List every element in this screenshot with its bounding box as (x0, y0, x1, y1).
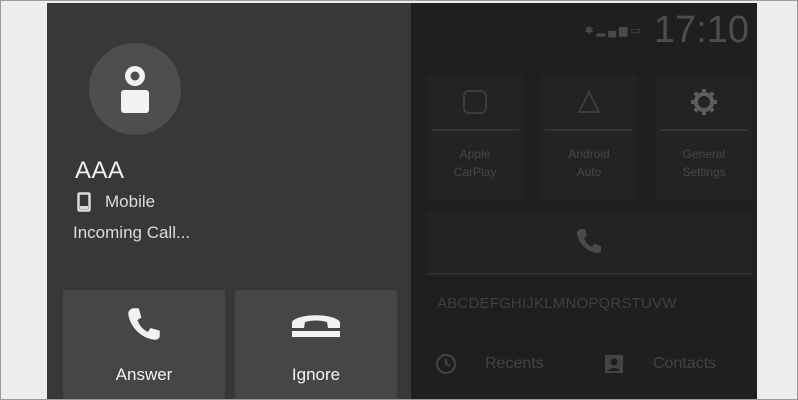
device-frame: ✱▂▄▆▭ 17:10 Apple CarPlay Android Auto G… (0, 0, 798, 400)
phone-icon (577, 229, 601, 253)
battery-icon: ▭ (630, 25, 644, 37)
caller-name: AAA (75, 157, 125, 184)
tile-label-line2: Auto (576, 165, 602, 179)
carplay-icon (427, 81, 523, 123)
tile-label: Android Auto (541, 145, 637, 181)
clock-icon (436, 354, 456, 374)
tile-divider (431, 129, 519, 131)
bottom-nav: Recents Contacts (427, 343, 752, 399)
tile-label: Apple CarPlay (427, 145, 523, 181)
recents-label: Recents (485, 355, 544, 372)
phone-hangup-icon (292, 315, 340, 337)
tile-divider (660, 129, 748, 131)
phone-panel[interactable] (427, 211, 752, 275)
tile-label: General Settings (656, 145, 752, 181)
head-unit-screen: ✱▂▄▆▭ 17:10 Apple CarPlay Android Auto G… (47, 3, 757, 399)
contacts-label: Contacts (653, 355, 717, 372)
tile-android-auto[interactable]: Android Auto (541, 75, 637, 199)
signal-icon: ▂▄▆ (596, 25, 631, 37)
person-icon (121, 66, 149, 113)
contacts-button[interactable]: Contacts (603, 353, 716, 375)
line-type: Mobile (77, 192, 155, 212)
clock: 17:10 (653, 9, 749, 51)
line-type-label: Mobile (105, 192, 156, 211)
ignore-icon (235, 302, 397, 346)
status-bar: ✱▂▄▆▭ 17:10 (585, 9, 749, 52)
tile-label-line1: General (682, 147, 726, 161)
ignore-button[interactable]: Ignore (235, 290, 397, 399)
gear-icon (656, 81, 752, 123)
bluetooth-icon: ✱ (584, 25, 597, 37)
ignore-label: Ignore (291, 365, 341, 384)
answer-label: Answer (115, 365, 173, 384)
tile-general-settings[interactable]: General Settings (656, 75, 752, 199)
status-icons: ✱▂▄▆▭ (585, 24, 644, 37)
tile-label-line1: Apple (459, 147, 491, 161)
tile-label-line1: Android (568, 147, 610, 161)
android-auto-icon (541, 81, 637, 123)
call-status: Incoming Call... (73, 223, 191, 242)
tile-label-line2: Settings (682, 165, 726, 179)
avatar (89, 43, 181, 135)
mobile-phone-icon (77, 192, 91, 212)
contacts-icon (605, 355, 623, 373)
recents-button[interactable]: Recents (435, 353, 544, 375)
alphabet-index[interactable]: ABCDEFGHIJKLMNOPQRSTUVW (437, 295, 677, 312)
phone-answer-icon (128, 308, 160, 340)
answer-icon (63, 302, 225, 346)
tile-label-line2: CarPlay (453, 165, 497, 179)
answer-button[interactable]: Answer (63, 290, 225, 399)
tile-apple-carplay[interactable]: Apple CarPlay (427, 75, 523, 199)
incoming-call-panel: AAA Mobile Incoming Call... Answer Ignor… (47, 3, 411, 399)
home-screen: ✱▂▄▆▭ 17:10 Apple CarPlay Android Auto G… (411, 3, 757, 399)
tile-divider (545, 129, 633, 131)
app-tiles: Apple CarPlay Android Auto General Setti… (427, 75, 752, 205)
